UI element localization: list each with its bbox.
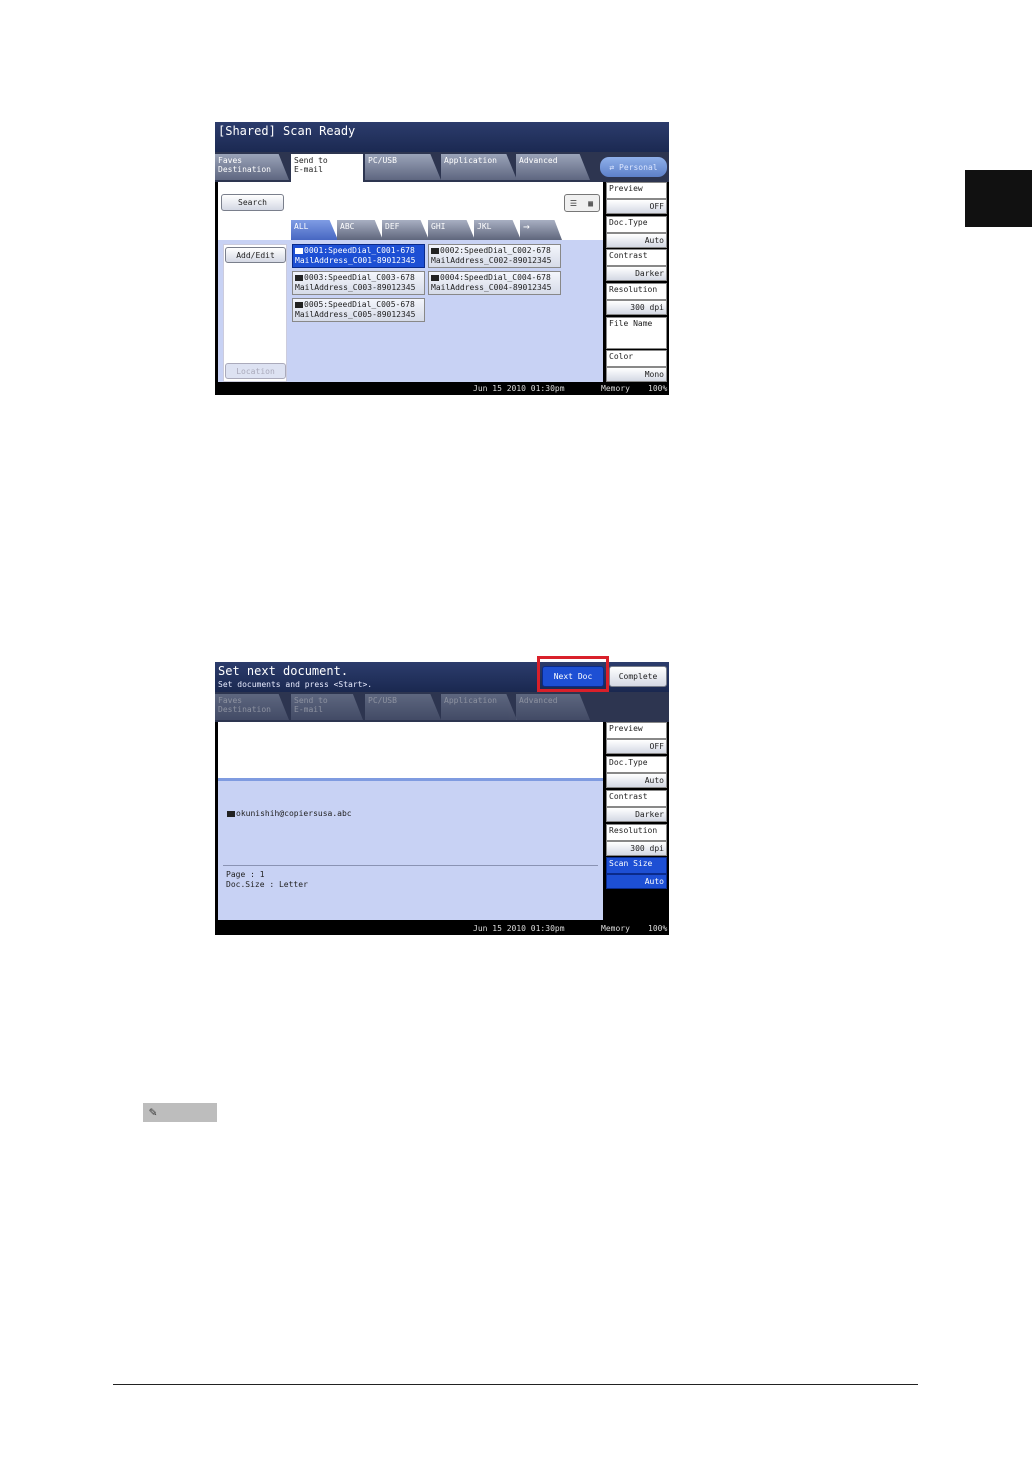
speed-dial-name: 0001:SpeedDial_C001-678 bbox=[304, 246, 415, 255]
speed-dial-name: 0005:SpeedDial_C005-678 bbox=[304, 300, 415, 309]
envelope-icon bbox=[295, 247, 303, 254]
personal-button[interactable]: ⇄ Personal bbox=[600, 157, 667, 177]
resolution-label: Resolution bbox=[606, 283, 667, 300]
tab-application: Application bbox=[441, 694, 517, 720]
destination-panel: Search ☰ ▦ ALL ABC DEF GHI JKL → Add/Edi… bbox=[218, 182, 603, 382]
status-bar: Jun 15 2010 01:30pm Memory 100% bbox=[215, 383, 669, 395]
scan-ready-screen: [Shared] Scan Ready Faves Destination Se… bbox=[215, 122, 669, 395]
list-view-icon[interactable]: ☰ bbox=[565, 195, 582, 211]
speed-dial-name: 0003:SpeedDial_C003-678 bbox=[304, 273, 415, 282]
tab-application[interactable]: Application bbox=[441, 154, 517, 180]
recipient-row: okunishih@copiersusa.abc bbox=[227, 809, 352, 818]
tab-advanced: Advanced bbox=[516, 694, 590, 720]
speed-dial-entry[interactable]: 0002:SpeedDial_C002-678 MailAddress_C002-… bbox=[428, 244, 561, 268]
doc-type-label: Doc.Type bbox=[606, 756, 667, 773]
preview-button[interactable]: OFF bbox=[606, 199, 667, 214]
resolution-label: Resolution bbox=[606, 824, 667, 841]
settings-column: Preview OFF Doc.Type Auto Contrast Darke… bbox=[606, 182, 667, 382]
contrast-label: Contrast bbox=[606, 790, 667, 807]
alpha-tab-abc[interactable]: ABC bbox=[337, 220, 383, 240]
set-next-document-screen: Set next document. Set documents and pre… bbox=[215, 662, 669, 935]
resolution-button[interactable]: 300 dpi bbox=[606, 841, 667, 856]
envelope-icon bbox=[227, 810, 235, 817]
next-doc-highlight-box bbox=[537, 656, 609, 692]
speed-dial-entry[interactable]: 0005:SpeedDial_C005-678 MailAddress_C005-… bbox=[292, 298, 425, 322]
grid-view-icon[interactable]: ▦ bbox=[582, 195, 599, 211]
tab-pc-usb: PC/USB bbox=[365, 694, 441, 720]
screen-subtitle: Set documents and press <Start>. bbox=[218, 680, 373, 689]
speed-dial-address: MailAddress_C001-89012345 bbox=[295, 256, 416, 265]
memory-label: Memory bbox=[601, 924, 630, 933]
add-edit-button[interactable]: Add/Edit bbox=[225, 247, 286, 263]
speed-dial-entry[interactable]: 0001:SpeedDial_C001-678 MailAddress_C001-… bbox=[292, 244, 425, 268]
title-bar: [Shared] Scan Ready bbox=[215, 122, 669, 154]
footer-rule bbox=[113, 1384, 918, 1385]
page-count: Page : 1 bbox=[226, 870, 265, 879]
tab-send-to-email: Send to E-mail bbox=[291, 694, 363, 720]
mode-tabs: Faves Destination Send to E-mail PC/USB … bbox=[215, 152, 669, 182]
mode-tabs: Faves Destination Send to E-mail PC/USB … bbox=[215, 692, 669, 722]
contrast-button[interactable]: Darker bbox=[606, 266, 667, 281]
chapter-tab-marker bbox=[965, 170, 1032, 227]
alpha-tab-ghi[interactable]: GHI bbox=[428, 220, 475, 240]
scan-size-label: Scan Size bbox=[606, 857, 667, 874]
status-bar: Jun 15 2010 01:30pm Memory 100% bbox=[215, 923, 669, 935]
divider bbox=[223, 865, 598, 866]
status-date: Jun 15 2010 01:30pm bbox=[473, 384, 565, 393]
job-info-panel: okunishih@copiersusa.abc Page : 1 Doc.Si… bbox=[218, 722, 603, 920]
tab-pc-usb[interactable]: PC/USB bbox=[365, 154, 441, 180]
speed-dial-entry[interactable]: 0004:SpeedDial_C004-678 MailAddress_C004-… bbox=[428, 271, 561, 295]
alpha-tab-def[interactable]: DEF bbox=[382, 220, 429, 240]
screen-title: Set next document. bbox=[218, 664, 349, 678]
envelope-icon bbox=[431, 247, 439, 254]
memory-percent: 100% bbox=[648, 384, 668, 393]
file-name-button[interactable]: File Name bbox=[606, 317, 667, 349]
color-button[interactable]: Mono bbox=[606, 367, 667, 382]
speed-dial-address: MailAddress_C003-89012345 bbox=[295, 283, 416, 292]
doc-type-button[interactable]: Auto bbox=[606, 233, 667, 248]
color-label: Color bbox=[606, 350, 667, 367]
view-toggle[interactable]: ☰ ▦ bbox=[564, 194, 600, 212]
address-side-panel: Add/Edit Location bbox=[223, 244, 287, 382]
complete-button[interactable]: Complete bbox=[609, 666, 667, 687]
preview-label: Preview bbox=[606, 182, 667, 199]
contrast-label: Contrast bbox=[606, 249, 667, 266]
envelope-icon bbox=[295, 301, 303, 308]
envelope-icon bbox=[431, 274, 439, 281]
doc-type-label: Doc.Type bbox=[606, 216, 667, 233]
resolution-button[interactable]: 300 dpi bbox=[606, 300, 667, 315]
tab-faves-destination: Faves Destination bbox=[215, 694, 289, 720]
doc-type-button[interactable]: Auto bbox=[606, 773, 667, 788]
tab-advanced[interactable]: Advanced bbox=[516, 154, 590, 180]
preview-button[interactable]: OFF bbox=[606, 739, 667, 754]
contrast-button[interactable]: Darker bbox=[606, 807, 667, 822]
status-date: Jun 15 2010 01:30pm bbox=[473, 924, 565, 933]
preview-label: Preview bbox=[606, 722, 667, 739]
speed-dial-name: 0002:SpeedDial_C002-678 bbox=[440, 246, 551, 255]
speed-dial-entry[interactable]: 0003:SpeedDial_C003-678 MailAddress_C003-… bbox=[292, 271, 425, 295]
scan-size-button[interactable]: Auto bbox=[606, 874, 667, 889]
speed-dial-address: MailAddress_C004-89012345 bbox=[431, 283, 552, 292]
speed-dial-address: MailAddress_C005-89012345 bbox=[295, 310, 416, 319]
note-badge: ✎ bbox=[143, 1103, 217, 1122]
tab-send-to-email[interactable]: Send to E-mail bbox=[291, 154, 363, 182]
preview-area bbox=[218, 722, 603, 781]
doc-size: Doc.Size : Letter bbox=[226, 880, 308, 889]
pencil-icon: ✎ bbox=[149, 1105, 157, 1120]
speed-dial-address: MailAddress_C002-89012345 bbox=[431, 256, 552, 265]
speed-dial-name: 0004:SpeedDial_C004-678 bbox=[440, 273, 551, 282]
alpha-tab-all[interactable]: ALL bbox=[291, 220, 338, 240]
location-button[interactable]: Location bbox=[225, 363, 286, 379]
screen-title: [Shared] Scan Ready bbox=[218, 124, 356, 138]
alpha-tab-next-arrow-icon[interactable]: → bbox=[520, 220, 562, 240]
memory-percent: 100% bbox=[648, 924, 668, 933]
envelope-icon bbox=[295, 274, 303, 281]
toolbar-strip: Search ☰ ▦ ALL ABC DEF GHI JKL → bbox=[218, 182, 603, 240]
recipient-address: okunishih@copiersusa.abc bbox=[236, 809, 352, 818]
alpha-tab-jkl[interactable]: JKL bbox=[474, 220, 521, 240]
search-button[interactable]: Search bbox=[221, 194, 284, 211]
tab-faves-destination[interactable]: Faves Destination bbox=[215, 154, 289, 180]
memory-label: Memory bbox=[601, 384, 630, 393]
settings-column: Preview OFF Doc.Type Auto Contrast Darke… bbox=[606, 722, 667, 922]
